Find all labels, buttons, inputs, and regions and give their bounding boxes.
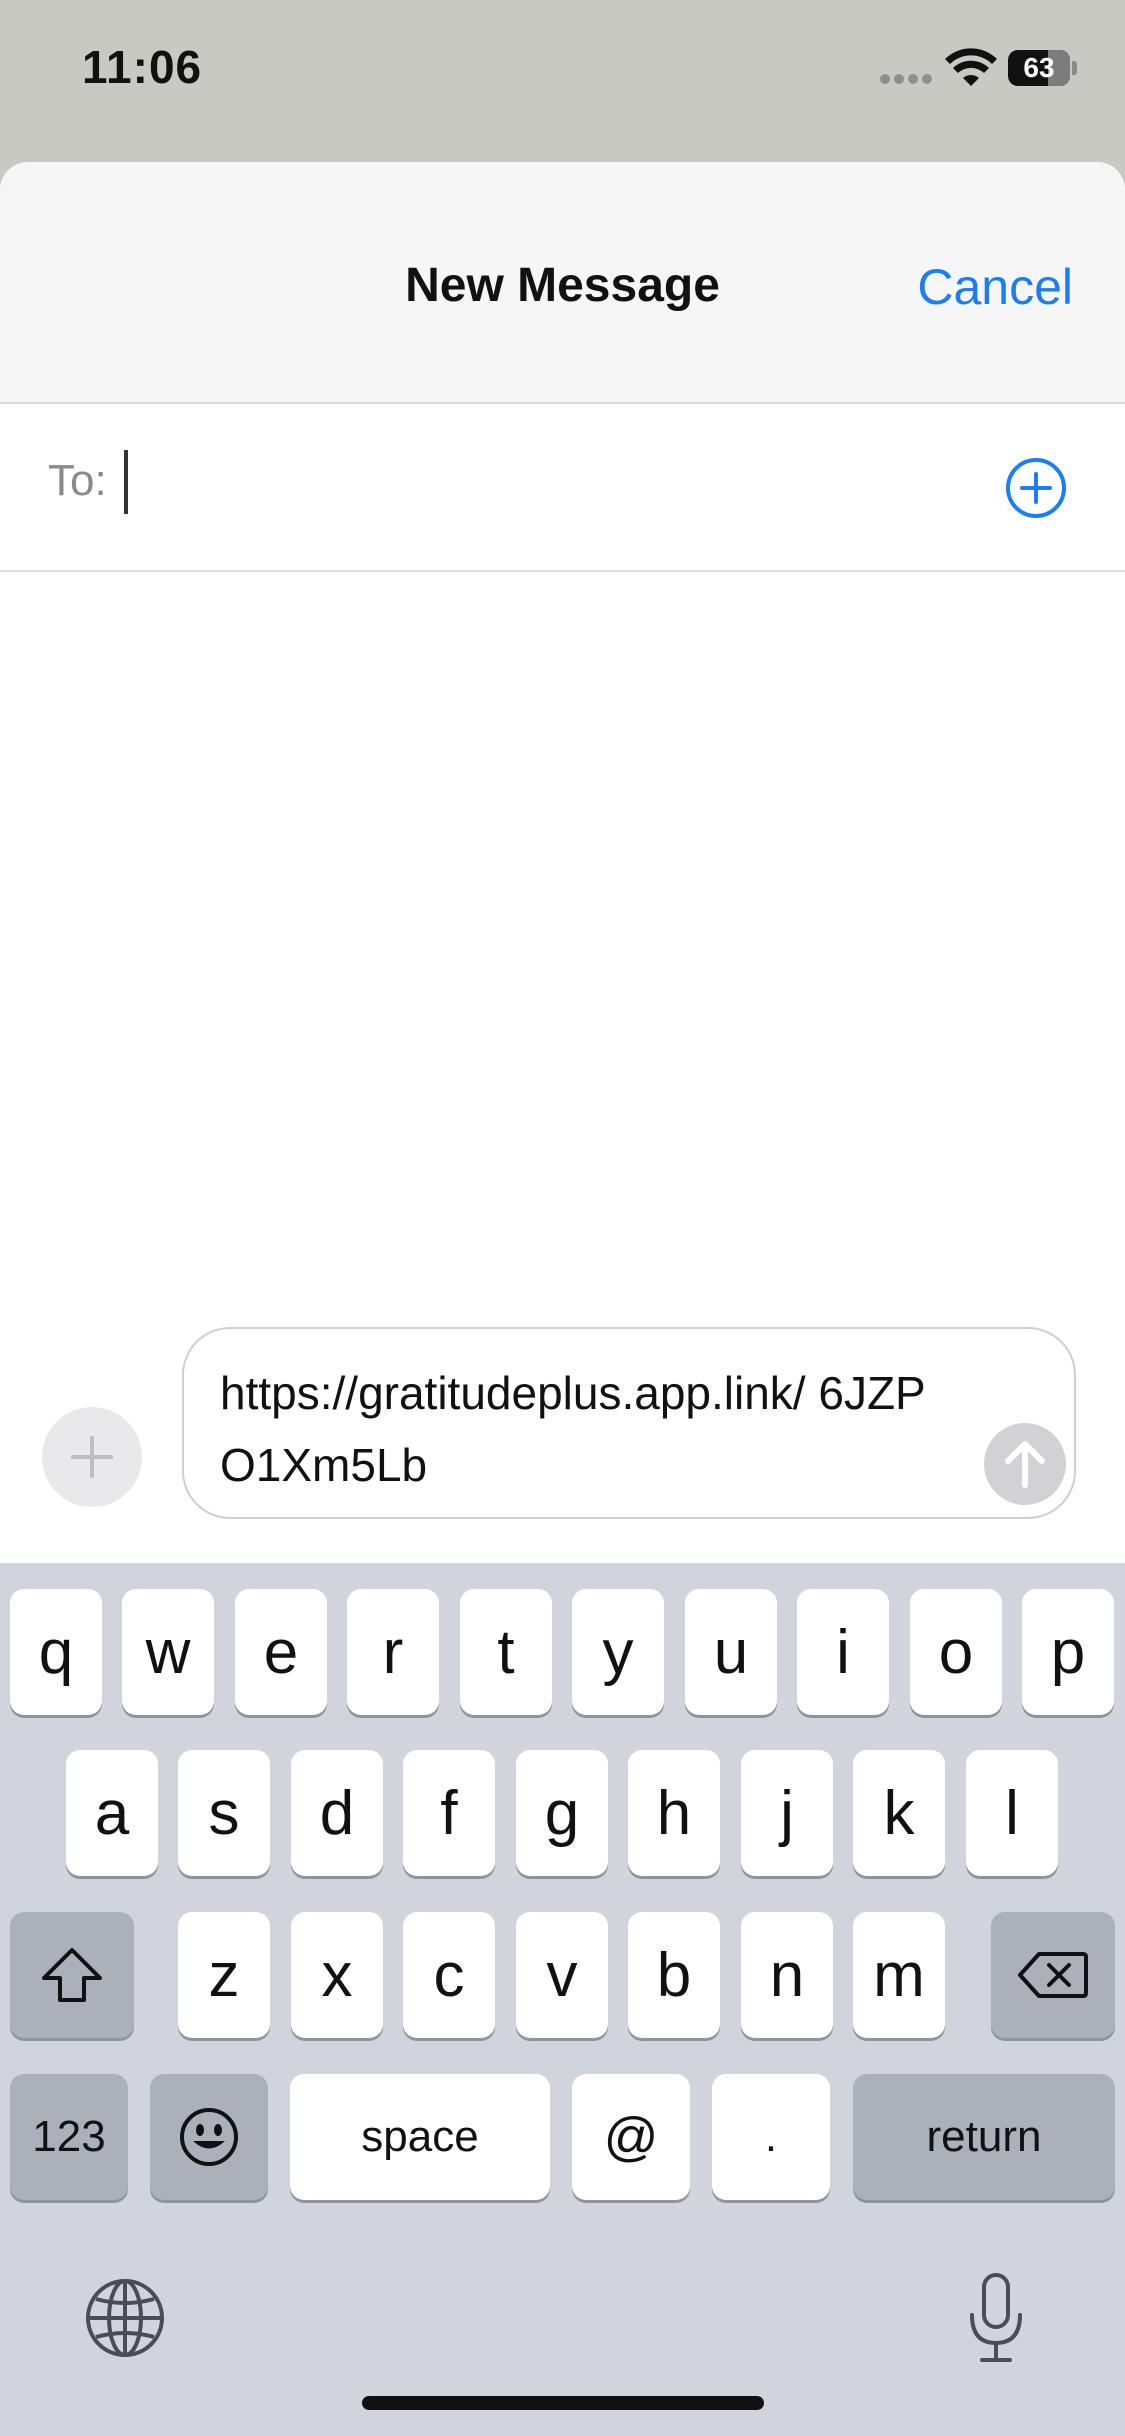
- keyboard: q w e r t y u i o p a s d f g h j k l z …: [0, 1563, 1125, 2436]
- key-t[interactable]: t: [460, 1589, 552, 1715]
- key-z[interactable]: z: [178, 1912, 270, 2038]
- key-f[interactable]: f: [403, 1750, 495, 1876]
- text-cursor: [124, 450, 128, 514]
- key-w[interactable]: w: [122, 1589, 214, 1715]
- key-i[interactable]: i: [797, 1589, 889, 1715]
- key-k[interactable]: k: [853, 1750, 945, 1876]
- key-d[interactable]: d: [291, 1750, 383, 1876]
- space-key[interactable]: space: [290, 2074, 550, 2200]
- apps-button[interactable]: [42, 1407, 142, 1507]
- battery-nub: [1072, 61, 1077, 75]
- status-time: 11:06: [82, 41, 203, 93]
- shift-icon: [42, 1948, 102, 2002]
- cellular-signal-icon: [880, 74, 932, 84]
- key-l[interactable]: l: [966, 1750, 1058, 1876]
- key-j[interactable]: j: [741, 1750, 833, 1876]
- key-b[interactable]: b: [628, 1912, 720, 2038]
- key-y[interactable]: y: [572, 1589, 664, 1715]
- key-e[interactable]: e: [235, 1589, 327, 1715]
- key-q[interactable]: q: [10, 1589, 102, 1715]
- to-label: To:: [48, 456, 107, 505]
- key-s[interactable]: s: [178, 1750, 270, 1876]
- numbers-key[interactable]: 123: [10, 2074, 128, 2200]
- key-h[interactable]: h: [628, 1750, 720, 1876]
- microphone-icon[interactable]: [966, 2271, 1026, 2365]
- cancel-button[interactable]: Cancel: [917, 258, 1073, 316]
- message-text[interactable]: https://gratitudeplus.app.link/ 6JZPO1Xm…: [220, 1357, 960, 1501]
- message-composer: https://gratitudeplus.app.link/ 6JZPO1Xm…: [0, 1325, 1125, 1565]
- key-o[interactable]: o: [910, 1589, 1002, 1715]
- delete-key[interactable]: [991, 1912, 1115, 2038]
- key-m[interactable]: m: [853, 1912, 945, 2038]
- battery-icon: 63: [1008, 50, 1070, 86]
- key-p[interactable]: p: [1022, 1589, 1114, 1715]
- status-bar: 11:06 63: [0, 0, 1125, 150]
- plus-icon: [71, 1436, 113, 1478]
- plus-circle-icon[interactable]: [1004, 456, 1068, 520]
- wifi-icon: [945, 48, 997, 86]
- send-button[interactable]: [984, 1423, 1066, 1505]
- key-n[interactable]: n: [741, 1912, 833, 2038]
- globe-icon[interactable]: [84, 2277, 166, 2359]
- key-a[interactable]: a: [66, 1750, 158, 1876]
- arrow-up-icon: [1005, 1441, 1045, 1488]
- message-input[interactable]: https://gratitudeplus.app.link/ 6JZPO1Xm…: [182, 1327, 1076, 1519]
- at-key[interactable]: @: [572, 2074, 690, 2200]
- key-g[interactable]: g: [516, 1750, 608, 1876]
- key-u[interactable]: u: [685, 1589, 777, 1715]
- key-c[interactable]: c: [403, 1912, 495, 2038]
- battery-level: 63: [1023, 52, 1055, 83]
- emoji-icon: [180, 2108, 238, 2166]
- key-x[interactable]: x: [291, 1912, 383, 2038]
- home-indicator: [362, 2396, 764, 2410]
- delete-icon: [1018, 1952, 1088, 1998]
- nav-bar: New Message Cancel: [0, 162, 1125, 404]
- period-key[interactable]: .: [712, 2074, 830, 2200]
- key-v[interactable]: v: [516, 1912, 608, 2038]
- recipient-row[interactable]: To:: [0, 404, 1125, 572]
- return-key[interactable]: return: [853, 2074, 1115, 2200]
- key-r[interactable]: r: [347, 1589, 439, 1715]
- shift-key[interactable]: [10, 1912, 134, 2038]
- emoji-key[interactable]: [150, 2074, 268, 2200]
